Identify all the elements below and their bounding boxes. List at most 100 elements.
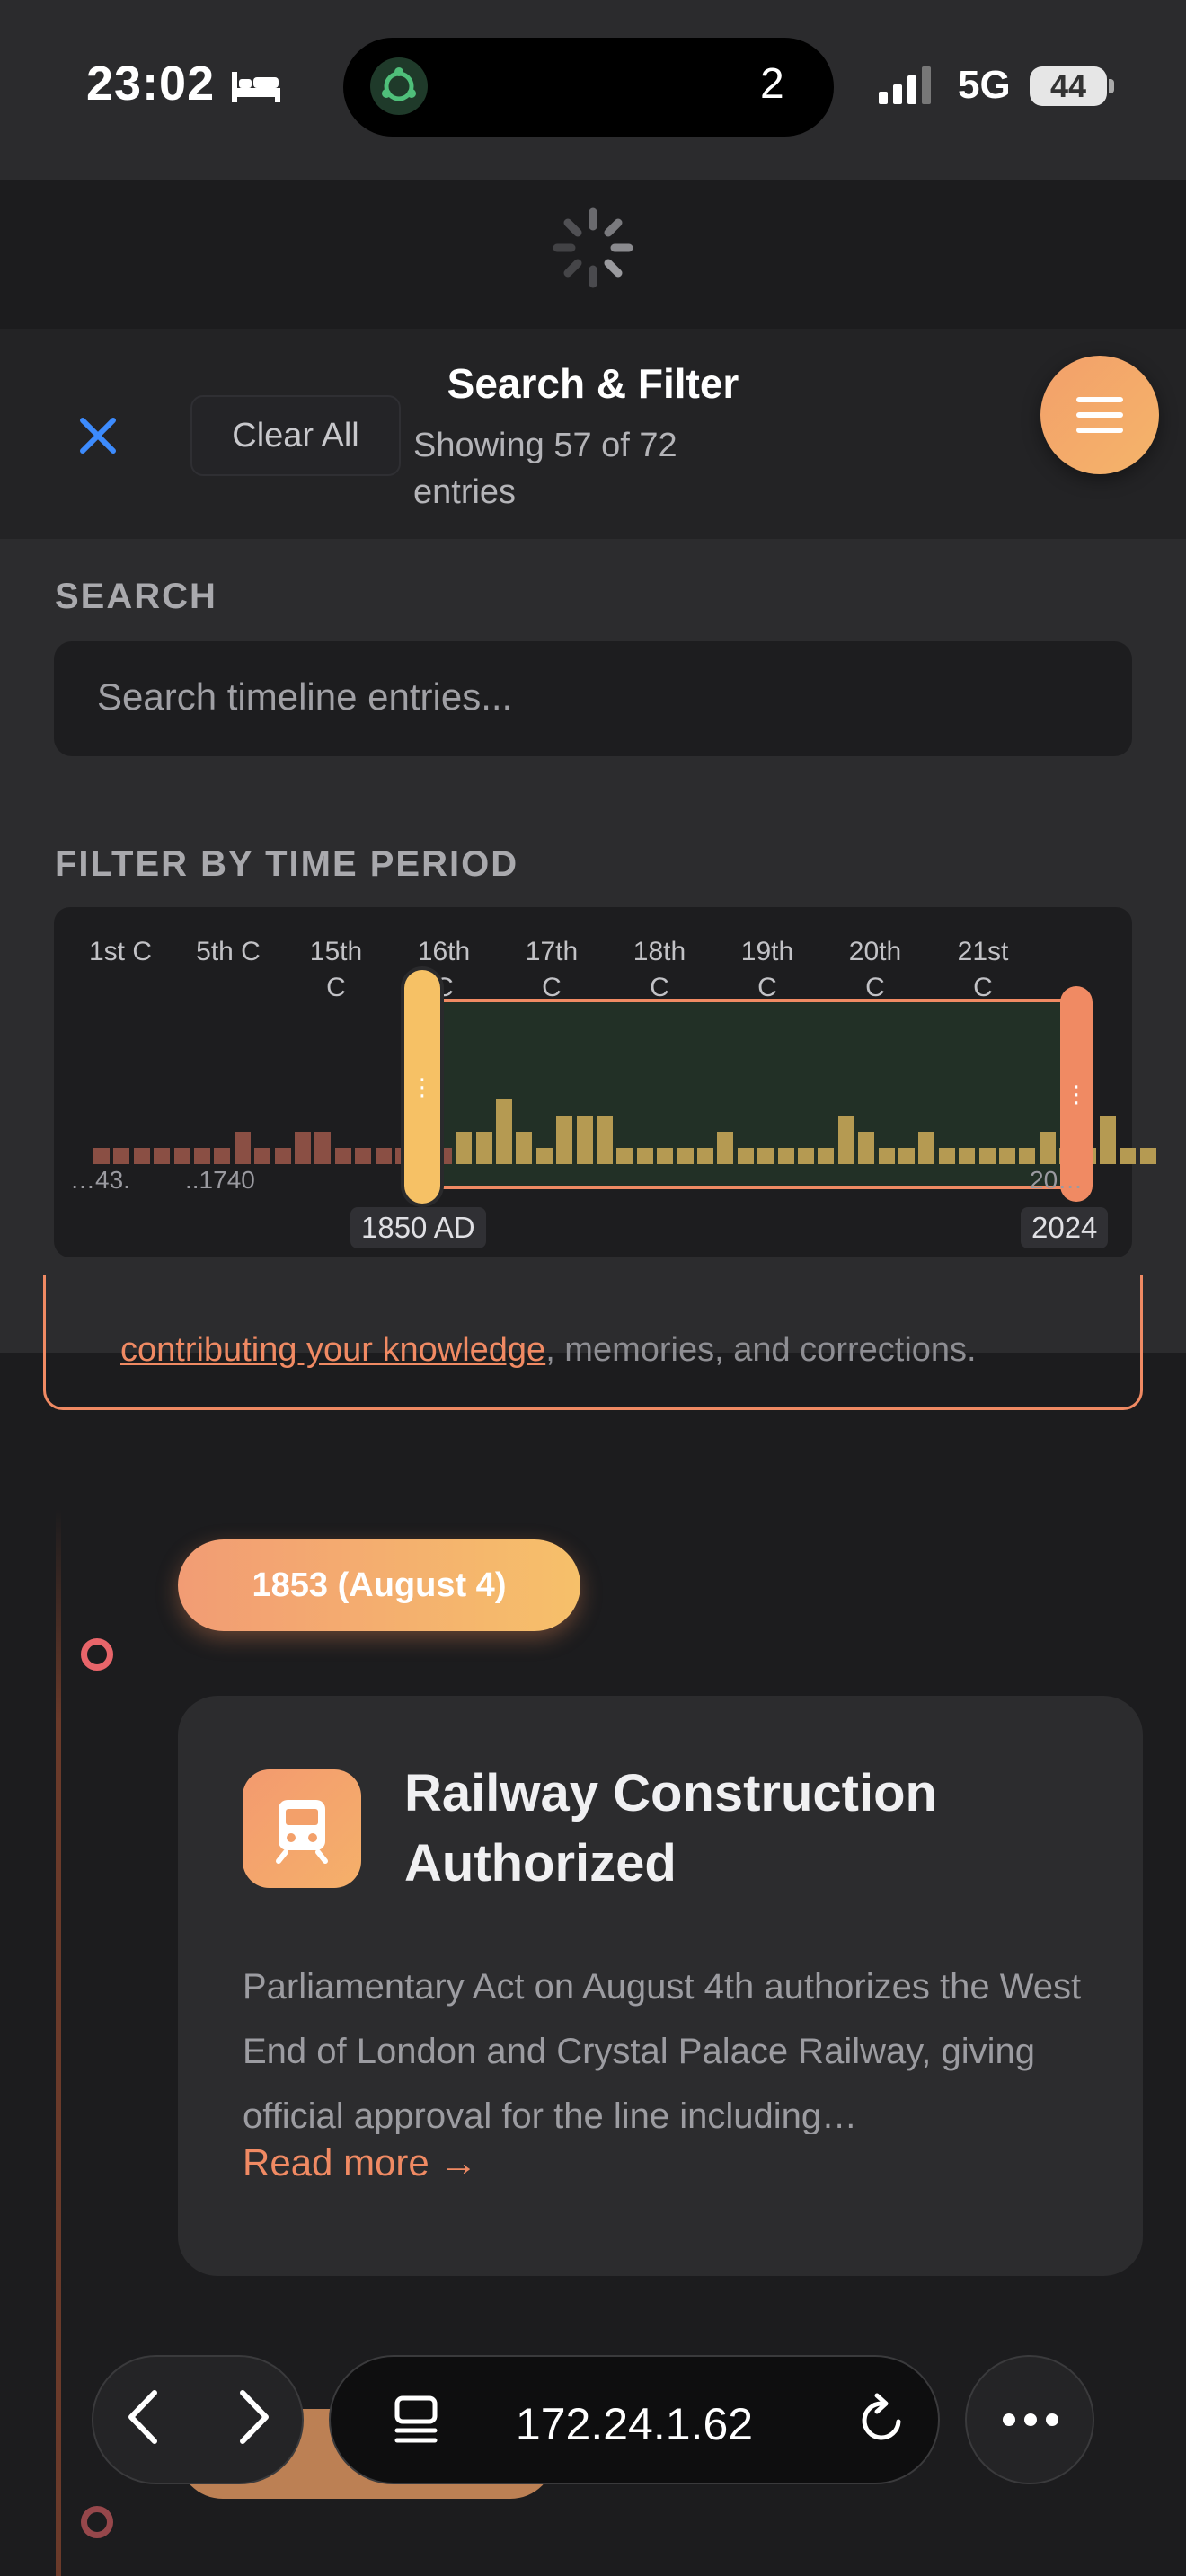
battery-icon: 44 <box>1030 66 1107 106</box>
histogram-bar <box>858 1132 875 1164</box>
century-label-line1: 19th <box>740 937 794 966</box>
histogram-bar <box>959 1148 976 1164</box>
histogram-bar <box>737 1148 754 1164</box>
histogram-bar <box>757 1148 774 1164</box>
contribute-link[interactable]: contributing your knowledge <box>120 1331 545 1369</box>
histogram-bar <box>314 1132 332 1164</box>
island-count: 2 <box>760 60 784 108</box>
histogram-bar <box>978 1148 996 1164</box>
contribute-notice-text: contributing your knowledge, memories, a… <box>120 1331 977 1370</box>
century-label-line1: 1st C <box>88 937 153 966</box>
histogram-bar <box>254 1148 271 1164</box>
histogram-bar <box>616 1148 633 1164</box>
histogram-bar <box>636 1148 653 1164</box>
histogram-bar <box>154 1148 171 1164</box>
histogram-bar <box>798 1148 814 1164</box>
histogram-bar <box>878 1148 895 1164</box>
read-more-link[interactable]: Read more → <box>243 2141 477 2184</box>
histogram-bar <box>697 1148 713 1164</box>
bed-icon <box>230 68 282 109</box>
hamburger-icon <box>1076 397 1123 402</box>
back-icon[interactable] <box>122 2386 164 2462</box>
entry-date-badge: 1853 (August 4) <box>178 1539 580 1631</box>
ubuntu-app-icon <box>370 57 428 115</box>
century-label[interactable]: 15th C <box>296 934 376 1006</box>
histogram-bar <box>496 1099 512 1164</box>
century-label[interactable]: 17th C <box>511 934 592 1006</box>
signal-icon <box>879 66 938 110</box>
histogram-bar <box>1139 1148 1156 1164</box>
filter-title: Search & Filter <box>447 360 739 407</box>
century-label[interactable]: 5th C <box>188 934 269 970</box>
contribute-rest: , memories, and corrections. <box>545 1331 977 1369</box>
century-label-line2: C <box>542 973 562 1002</box>
timeline-dot <box>81 1638 113 1671</box>
histogram-bar <box>597 1116 613 1164</box>
close-icon[interactable] <box>75 413 120 463</box>
century-label[interactable]: 18th C <box>619 934 700 1006</box>
histogram-bar <box>556 1116 573 1164</box>
status-time: 23:02 <box>86 57 216 110</box>
timeline-dot <box>81 2506 113 2538</box>
century-label-line2: C <box>757 973 777 1002</box>
search-label: SEARCH <box>55 577 217 616</box>
hamburger-line <box>1076 428 1123 433</box>
histogram-bar <box>898 1148 915 1164</box>
century-label[interactable]: 20th C <box>835 934 916 1006</box>
century-label-line2: C <box>650 973 669 1002</box>
histogram-bar <box>113 1148 130 1164</box>
reload-icon[interactable] <box>857 2393 907 2451</box>
histogram-bar <box>657 1148 674 1164</box>
histogram-bar <box>214 1148 231 1164</box>
network-type: 5G <box>958 63 1011 107</box>
century-label-line1: 21st <box>957 937 1009 966</box>
century-label-line1: 18th <box>633 937 686 966</box>
histogram-bar <box>999 1148 1015 1164</box>
entry-title-line2: Authorized <box>404 1834 677 1892</box>
loading-spinner-icon <box>550 205 636 296</box>
results-count: Showing 57 of 72 entries <box>413 422 773 516</box>
histogram-bar <box>818 1148 835 1164</box>
histogram-bar <box>173 1148 190 1164</box>
century-label[interactable]: 21st C <box>943 934 1023 1006</box>
histogram-bar <box>576 1116 593 1164</box>
forward-icon[interactable] <box>234 2386 275 2462</box>
century-label[interactable]: 1st C <box>80 934 161 970</box>
search-placeholder: Search timeline entries... <box>97 675 513 718</box>
axis-tick-end: 20… <box>1030 1166 1084 1194</box>
century-label[interactable]: 19th C <box>727 934 808 1006</box>
results-count-line1: Showing 57 of 72 <box>413 427 677 464</box>
histogram-bar <box>375 1148 392 1164</box>
axis-tick-start: …43. <box>70 1166 130 1194</box>
grip-icon: ⋮ <box>411 1073 434 1100</box>
train-icon <box>243 1769 361 1888</box>
century-label-line1: 5th C <box>196 937 261 966</box>
histogram-bar <box>717 1132 734 1164</box>
results-count-line2: entries <box>413 473 517 511</box>
histogram-bar <box>194 1148 210 1164</box>
histogram-bars <box>54 1015 1156 1164</box>
histogram-bar <box>1120 1148 1137 1164</box>
century-label-line2: C <box>326 973 346 1002</box>
century-label-line1: 16th <box>417 937 471 966</box>
menu-button[interactable] <box>1040 356 1159 474</box>
timeline-line <box>56 1509 61 2576</box>
histogram-bar <box>234 1132 251 1164</box>
histogram-bar <box>274 1148 291 1164</box>
ellipsis-icon <box>1001 2409 1060 2435</box>
entry-title-line1: Railway Construction <box>404 1764 937 1822</box>
histogram-bar <box>677 1148 694 1164</box>
time-filter-label: FILTER BY TIME PERIOD <box>55 844 519 884</box>
range-start-handle[interactable]: ⋮ <box>404 970 440 1204</box>
histogram-bar <box>295 1132 311 1164</box>
entry-title: Railway Construction Authorized <box>404 1759 1033 1899</box>
histogram-bar <box>1019 1148 1036 1164</box>
histogram-bar <box>355 1148 372 1164</box>
histogram-bar <box>837 1116 854 1164</box>
histogram-bar <box>1100 1116 1116 1164</box>
histogram-bar <box>777 1148 794 1164</box>
histogram-bar <box>516 1132 533 1164</box>
histogram-bar <box>475 1132 492 1164</box>
histogram-bar <box>1039 1132 1056 1164</box>
url-text: 172.24.1.62 <box>515 2399 754 2449</box>
